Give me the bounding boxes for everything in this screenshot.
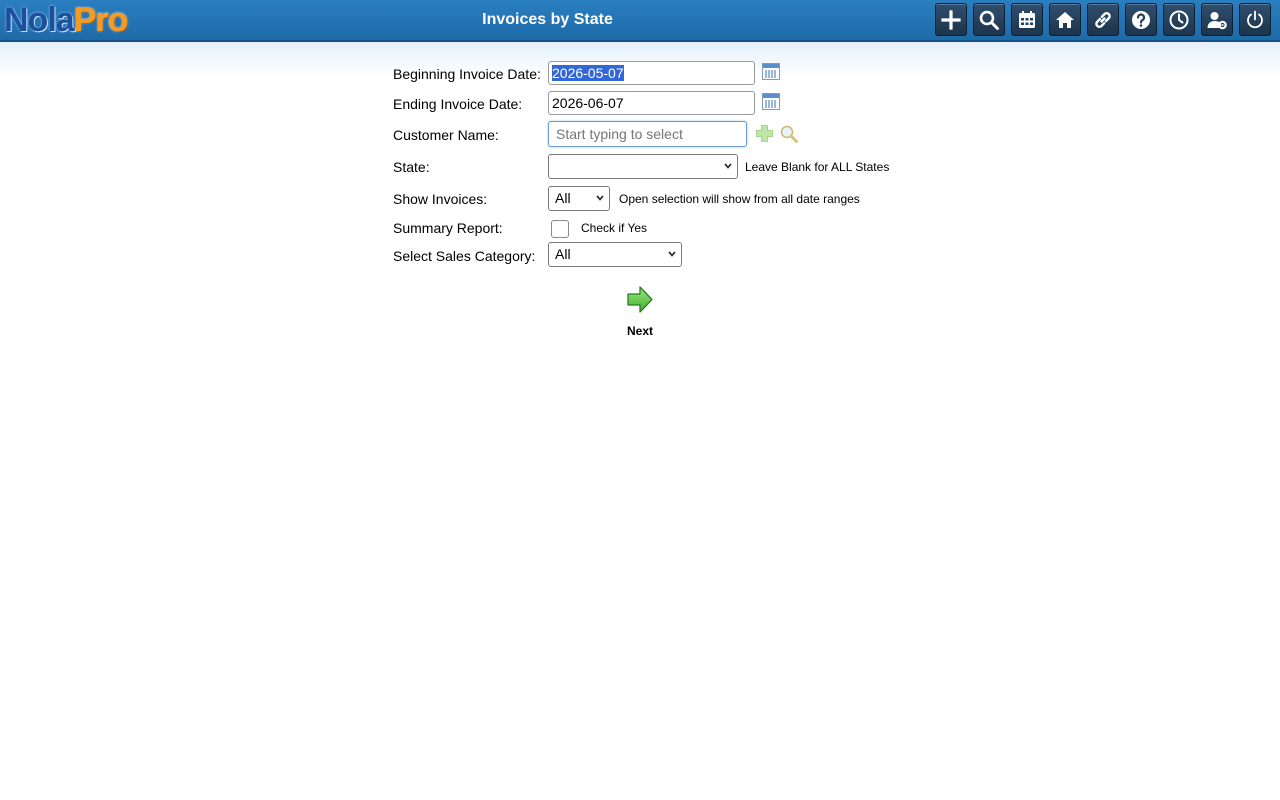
link-icon (1095, 11, 1111, 28)
beginning-date-label: Beginning Invoice Date: (393, 66, 541, 82)
search-icon (979, 10, 999, 30)
user-settings-icon (1207, 11, 1227, 29)
add-button[interactable] (935, 3, 967, 36)
calendar-button[interactable] (1011, 3, 1043, 36)
show-invoices-label: Show Invoices: (393, 191, 488, 207)
calendar-icon (1019, 10, 1035, 28)
ending-date-field[interactable]: 2026-06-07 (548, 91, 755, 115)
beginning-date-calendar-icon[interactable] (762, 63, 780, 80)
show-invoices-note: Open selection will show from all date r… (619, 192, 860, 206)
sales-category-label: Select Sales Category: (393, 248, 536, 264)
next-arrow-icon[interactable] (626, 285, 654, 314)
power-icon (1247, 10, 1263, 28)
home-icon (1056, 11, 1074, 28)
customer-name-label: Customer Name: (393, 127, 499, 143)
help-button[interactable] (1125, 3, 1157, 36)
chevron-down-icon (668, 251, 676, 257)
sales-category-select[interactable]: All (548, 242, 682, 267)
add-customer-icon[interactable] (755, 124, 774, 143)
customer-name-input[interactable] (548, 121, 747, 147)
page-title: Invoices by State (482, 11, 613, 28)
chevron-down-icon (596, 195, 604, 201)
customer-lookup-icon[interactable] (779, 124, 799, 144)
chevron-down-icon (724, 163, 732, 169)
ending-date-calendar-icon[interactable] (762, 93, 780, 110)
state-label: State: (393, 159, 430, 175)
user-settings-button[interactable] (1201, 3, 1233, 36)
add-icon (941, 9, 961, 30)
show-invoices-select-value: All (555, 190, 571, 206)
sales-category-select-value: All (555, 246, 571, 262)
summary-report-note: Check if Yes (581, 221, 648, 235)
home-button[interactable] (1049, 3, 1081, 36)
link-button[interactable] (1087, 3, 1119, 36)
next-button-label[interactable]: Next (600, 324, 680, 338)
state-select[interactable] (548, 154, 738, 179)
state-note: Leave Blank for ALL States (745, 160, 890, 174)
header-bar: NolaPro Invoices by State (0, 0, 1280, 42)
history-button[interactable] (1163, 3, 1195, 36)
help-icon (1132, 10, 1150, 29)
ending-date-label: Ending Invoice Date: (393, 96, 523, 112)
search-button[interactable] (973, 3, 1005, 36)
summary-report-label: Summary Report: (393, 220, 503, 236)
clock-icon (1169, 10, 1189, 29)
beginning-date-value: 2026-05-07 (552, 65, 624, 81)
ending-date-value: 2026-06-07 (552, 95, 624, 111)
logout-button[interactable] (1239, 3, 1271, 36)
beginning-date-field[interactable]: 2026-05-07 (548, 61, 755, 85)
show-invoices-select[interactable]: All (548, 186, 610, 211)
summary-report-checkbox[interactable] (551, 220, 569, 238)
